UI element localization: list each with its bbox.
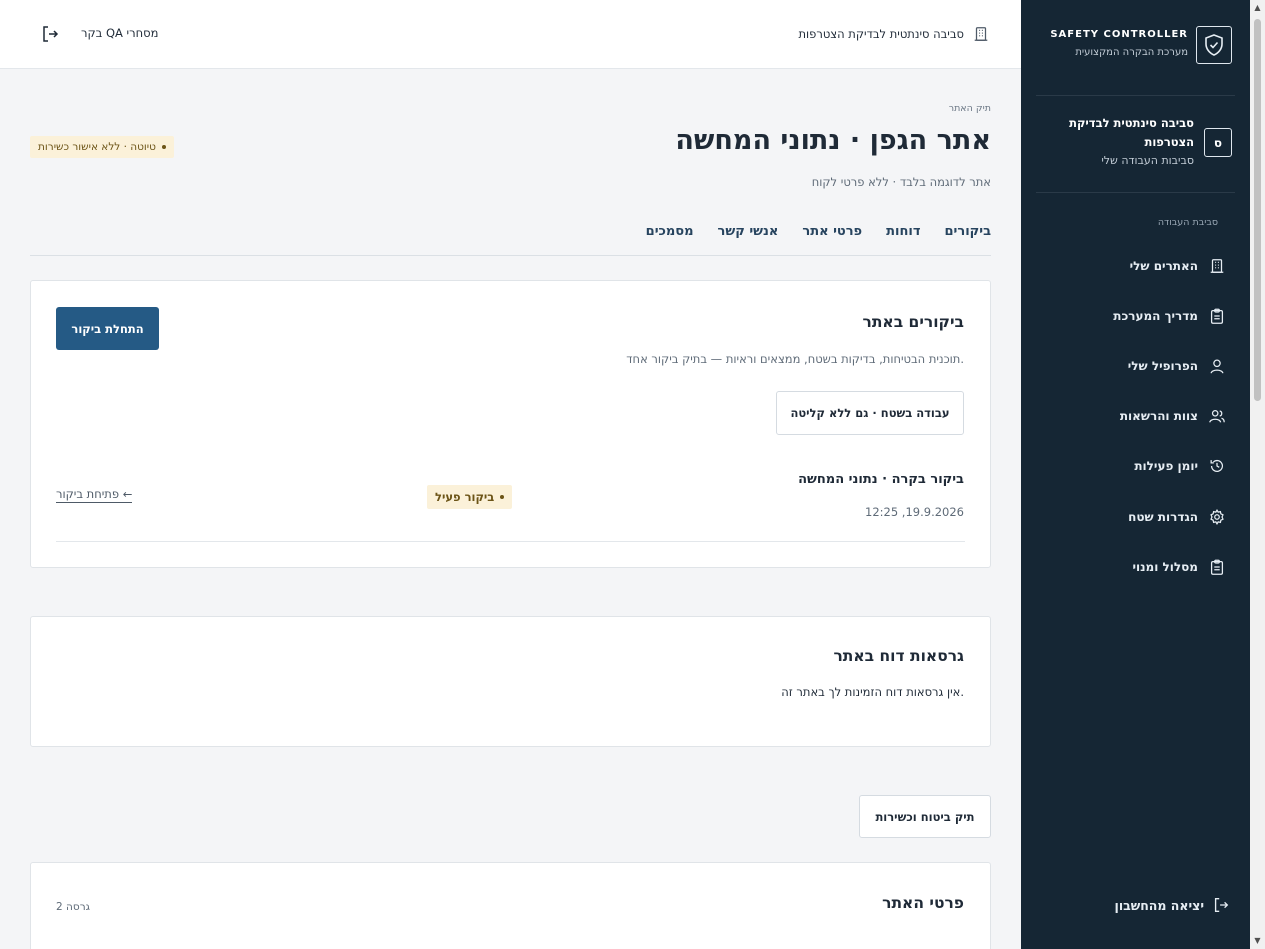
sidebar-item-label: הפרופיל שלי <box>1127 359 1198 373</box>
brand-title: SAFETY CONTROLLER <box>1050 29 1188 40</box>
sidebar-item-label: מדריך המערכת <box>1113 309 1198 323</box>
dot-icon <box>500 495 505 499</box>
page-subtitle: אתר לדוגמה בלבד · ללא פרטי לקוח <box>811 175 991 189</box>
logout-label: יציאה מהחשבון <box>1114 897 1204 913</box>
tab-reports[interactable]: דוחות <box>886 224 920 239</box>
scroll-down-arrow[interactable]: ▼ <box>1253 936 1262 945</box>
visit-status-badge: ביקור פעיל <box>427 485 513 509</box>
logout-button[interactable]: יציאה מהחשבון <box>1115 896 1230 914</box>
open-visit-link[interactable]: פתיחת ביקור ← <box>56 487 133 503</box>
tabs: ביקורים דוחות פרטי אתר אנשי קשר מסמכים <box>646 224 991 239</box>
topbar: סביבה סינתטית לבדיקת הצטרפות בקר QA מסחר… <box>0 0 1021 69</box>
tab-documents[interactable]: מסמכים <box>646 224 694 239</box>
visit-status-label: ביקור פעיל <box>435 490 495 504</box>
status-badge-label: טיוטה · ללא אישור כשירות <box>38 141 156 153</box>
nav-section-label: סביבת העבודה <box>1157 217 1218 228</box>
environment-label: סביבה סינתטית לבדיקת הצטרפות <box>798 25 990 43</box>
site-details-card: פרטי האתר גרסה 2 <box>30 862 991 949</box>
sidebar-item-field-settings[interactable]: הגדרות שטח <box>1128 502 1226 532</box>
visits-card-title: ביקורים באתר <box>862 313 965 331</box>
sidebar-item-label: יומן פעילות <box>1134 459 1198 473</box>
environment-name: סביבה סינתטית לבדיקת הצטרפות <box>798 27 964 41</box>
sidebar-item-my-sites[interactable]: האתרים שלי <box>1130 251 1226 281</box>
brand-subtitle: מערכת הבקרה המקצועית <box>1075 47 1188 58</box>
sidebar-item-label: האתרים שלי <box>1129 259 1198 273</box>
breadcrumb[interactable]: תיק האתר <box>949 103 991 114</box>
workspace-subtitle: סביבות העבודה שלי <box>1101 154 1194 167</box>
sidebar-item-guide[interactable]: מדריך המערכת <box>1113 301 1226 331</box>
scrollbar[interactable]: ▲ ▼ <box>1250 0 1265 949</box>
brand: SAFETY CONTROLLER מערכת הבקרה המקצועית <box>1037 24 1234 68</box>
users-icon <box>1209 409 1225 423</box>
offline-work-button[interactable]: עבודה בשטח · גם ללא קליטה <box>776 391 964 435</box>
divider <box>1036 192 1235 193</box>
visits-description: תוכנית הבטיחות, בדיקות בשטח, ממצאים וראי… <box>626 352 964 366</box>
page-title: אתר הגפן · נתוני המחשה <box>675 125 991 156</box>
sidebar-item-activity-log[interactable]: יומן פעילות <box>1134 451 1226 481</box>
divider <box>1036 95 1235 96</box>
exit-icon[interactable] <box>40 24 60 44</box>
sidebar-item-profile[interactable]: הפרופיל שלי <box>1128 351 1226 381</box>
building-icon <box>1210 259 1224 273</box>
insurance-button[interactable]: תיק ביטוח וכשירות <box>859 795 991 838</box>
dot-icon <box>161 145 166 149</box>
sidebar-item-subscription[interactable]: מסלול ומנוי <box>1132 552 1226 582</box>
visit-title: ביקור בקרה · נתוני המחשה <box>798 472 964 487</box>
user-name: בקר QA מסחרי <box>81 26 159 40</box>
sidebar-item-label: מסלול ומנוי <box>1132 560 1198 574</box>
reports-empty-text: אין גרסאות דוח הזמינות לך באתר זה. <box>781 685 964 699</box>
start-visit-button[interactable]: התחלת ביקור <box>56 307 159 350</box>
tab-site-details[interactable]: פרטי אתר <box>802 224 862 239</box>
gear-icon <box>1210 509 1224 525</box>
status-badge: טיוטה · ללא אישור כשירות <box>30 136 174 158</box>
clipboard-icon <box>1210 559 1224 575</box>
reports-card: גרסאות דוח באתר אין גרסאות דוח הזמינות ל… <box>30 616 991 747</box>
scroll-up-arrow[interactable]: ▲ <box>1253 3 1262 12</box>
history-icon <box>1210 459 1224 472</box>
tab-visits[interactable]: ביקורים <box>945 224 992 239</box>
reports-card-title: גרסאות דוח באתר <box>833 647 964 665</box>
tab-contacts[interactable]: אנשי קשר <box>718 224 779 239</box>
visits-card: ביקורים באתר התחלת ביקור תוכנית הבטיחות,… <box>30 280 991 568</box>
workspace-name: סביבה סינתטית לבדיקת הצטרפות <box>1069 116 1194 149</box>
sidebar-item-team[interactable]: צוות והרשאות <box>1120 401 1226 431</box>
shield-icon <box>1196 26 1232 64</box>
sidebar-item-label: הגדרות שטח <box>1128 510 1198 524</box>
version-label: גרסה 2 <box>56 901 90 913</box>
site-details-title: פרטי האתר <box>882 894 964 912</box>
scroll-thumb[interactable] <box>1254 19 1261 401</box>
card-divider <box>56 541 965 542</box>
workspace-switcher[interactable]: ס סביבה סינתטית לבדיקת הצטרפות סביבות הע… <box>1037 114 1234 174</box>
workspace-badge: ס <box>1204 128 1232 157</box>
tabs-divider <box>30 255 991 256</box>
user-icon <box>1210 359 1224 374</box>
sidebar-item-label: צוות והרשאות <box>1119 409 1198 423</box>
building-icon <box>974 27 988 41</box>
visit-date: 12:25 ,19.9.2026 <box>865 505 964 519</box>
logout-icon <box>1214 898 1229 912</box>
clipboard-icon <box>1210 308 1224 324</box>
sidebar: SAFETY CONTROLLER מערכת הבקרה המקצועית ס… <box>1021 0 1250 949</box>
